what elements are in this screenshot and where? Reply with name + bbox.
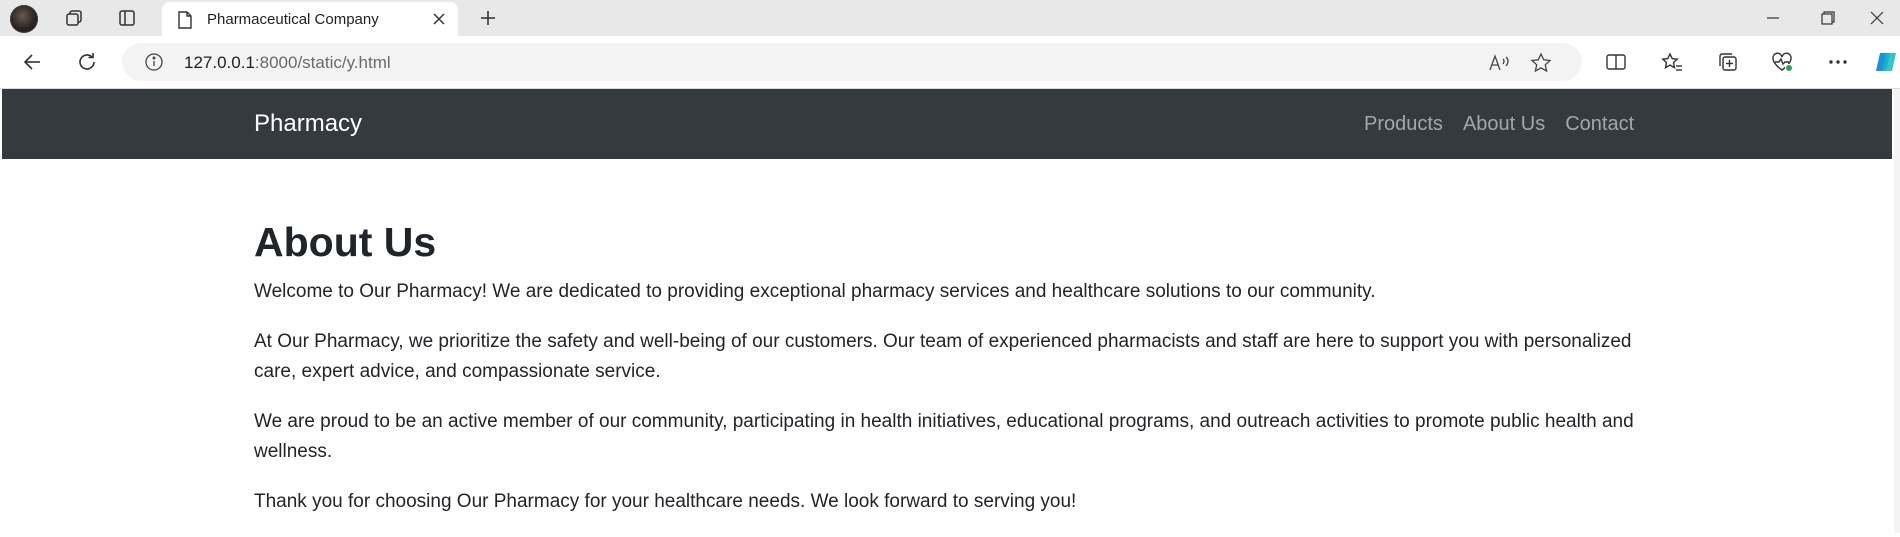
nav-link-contact[interactable]: Contact [1565, 113, 1634, 136]
new-tab-plus-icon[interactable] [470, 4, 506, 32]
copilot-icon[interactable] [1872, 48, 1900, 76]
url-text: 127.0.0.1:8000/static/y.html [184, 53, 391, 72]
page-icon [176, 10, 194, 35]
nav-links: Products About Us Contact [1364, 113, 1634, 136]
minimize-icon[interactable] [1750, 4, 1796, 32]
paragraph-thank-you: Thank you for choosing Our Pharmacy for … [254, 491, 1077, 512]
nav-link-about-us[interactable]: About Us [1463, 113, 1545, 136]
paragraph-safety: At Our Pharmacy, we prioritize the safet… [254, 331, 1632, 382]
favorite-star-icon[interactable] [1528, 51, 1554, 75]
more-options-icon[interactable] [1822, 48, 1854, 76]
main-content: About Us Welcome to Our Pharmacy! We are… [254, 219, 1634, 537]
read-aloud-icon[interactable] [1486, 51, 1512, 75]
page-viewport: Pharmacy Products About Us Contact About… [2, 89, 1892, 533]
close-window-icon[interactable] [1854, 4, 1900, 32]
collections-icon[interactable] [1712, 48, 1744, 76]
back-arrow-icon[interactable] [16, 48, 48, 76]
browser-toolbar: 127.0.0.1:8000/static/y.html [0, 36, 1900, 89]
favorites-icon[interactable] [1656, 48, 1688, 76]
profile-avatar[interactable] [10, 5, 38, 33]
nav-link-products[interactable]: Products [1364, 113, 1443, 136]
vertical-tabs-icon[interactable] [109, 4, 145, 32]
navbar-brand[interactable]: Pharmacy [254, 110, 362, 138]
browser-essentials-heart-icon[interactable] [1766, 48, 1798, 76]
paragraph-welcome: Welcome to Our Pharmacy! We are dedicate… [254, 281, 1376, 302]
restore-icon[interactable] [1805, 4, 1851, 32]
page-title: About Us [254, 219, 437, 265]
refresh-icon[interactable] [71, 48, 103, 76]
workspaces-icon[interactable] [56, 4, 92, 32]
address-bar[interactable]: 127.0.0.1:8000/static/y.html [122, 43, 1582, 81]
site-navbar: Pharmacy Products About Us Contact [2, 89, 1892, 159]
active-tab[interactable]: Pharmaceutical Company [162, 2, 458, 36]
page-scrollbar[interactable] [1894, 89, 1900, 533]
tab-title: Pharmaceutical Company [207, 11, 379, 28]
info-icon[interactable] [144, 52, 164, 77]
split-screen-icon[interactable] [1600, 48, 1632, 76]
paragraph-community: We are proud to be an active member of o… [254, 411, 1634, 462]
browser-tab-strip: Pharmaceutical Company [0, 0, 1900, 36]
close-tab-icon[interactable] [430, 10, 448, 33]
